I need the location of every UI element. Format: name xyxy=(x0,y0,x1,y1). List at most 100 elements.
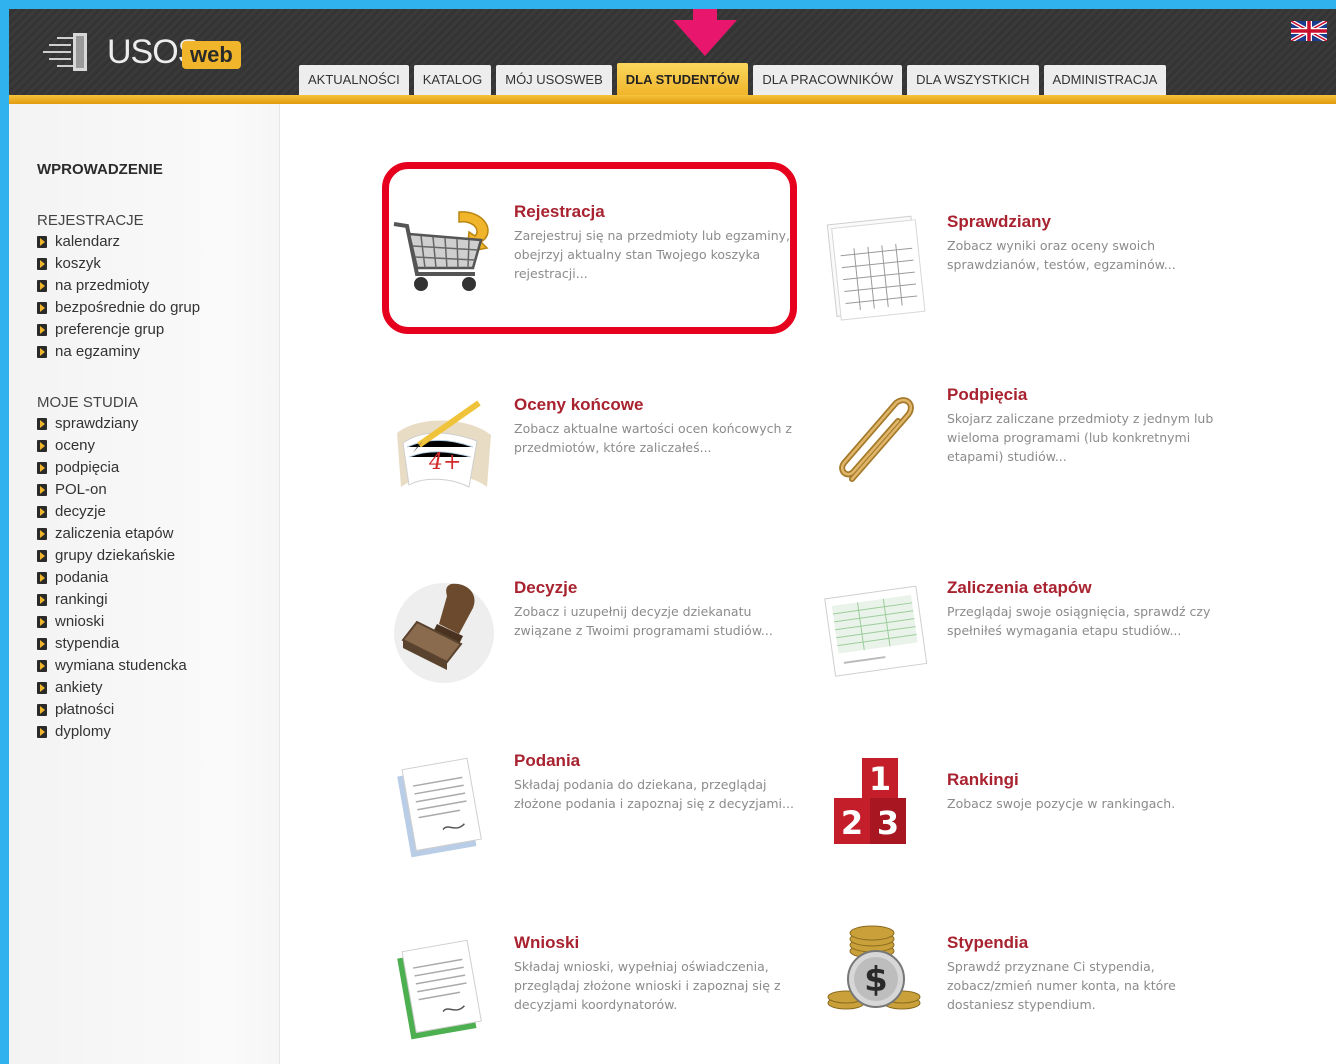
bullet-icon xyxy=(37,462,47,474)
bullet-icon xyxy=(37,660,47,672)
tile-title[interactable]: Stypendia xyxy=(947,933,1028,953)
bullet-icon xyxy=(37,346,47,358)
tile-title[interactable]: Wnioski xyxy=(514,933,579,953)
sidebar-item-stypendia[interactable]: stypendia xyxy=(37,633,187,655)
paperclip-icon xyxy=(839,397,914,482)
tile-stypendia[interactable]: $ Stypendia Sprawdź przyznane Ci stypend… xyxy=(822,925,1242,1064)
bullet-icon xyxy=(37,302,47,314)
sidebar-item-zaliczenia-etapow[interactable]: zaliczenia etapów xyxy=(37,523,187,545)
sidebar-item-pol-on[interactable]: POL-on xyxy=(37,479,187,501)
tile-decyzje[interactable]: Decyzje Zobacz i uzupełnij decyzje dziek… xyxy=(389,578,809,718)
document-green-icon xyxy=(397,939,482,1040)
sidebar-item-na-egzaminy[interactable]: na egzaminy xyxy=(37,341,200,363)
tile-title[interactable]: Podpięcia xyxy=(947,385,1027,405)
tab-moj-usosweb[interactable]: MÓJ USOSWEB xyxy=(496,65,612,95)
rank-digit-2: 2 xyxy=(841,804,863,842)
sidebar-item-podpiecia[interactable]: podpięcia xyxy=(37,457,187,479)
tile-sprawdziany[interactable]: Sprawdziany Zobacz wyniki oraz oceny swo… xyxy=(822,212,1242,352)
sidebar-title[interactable]: WPROWADZENIE xyxy=(37,161,163,178)
tile-wnioski[interactable]: Wnioski Składaj wnioski, wypełniaj oświa… xyxy=(389,933,809,1064)
tile-title[interactable]: Podania xyxy=(514,751,580,771)
tab-aktualnosci[interactable]: AKTUALNOŚCI xyxy=(299,65,409,95)
tile-podania[interactable]: Podania Składaj podania do dziekana, prz… xyxy=(389,751,809,891)
grade-book-icon: 4+ xyxy=(397,400,491,488)
bullet-icon xyxy=(37,616,47,628)
tile-description: Sprawdź przyznane Ci stypendia, zobacz/z… xyxy=(947,959,1176,1012)
tile-description: Zobacz aktualne wartości ocen końcowych … xyxy=(514,421,792,455)
sidebar-item-bezposrednie-do-grup[interactable]: bezpośrednie do grup xyxy=(37,297,200,319)
tile-description: Składaj wnioski, wypełniaj oświadczenia,… xyxy=(514,959,781,1012)
tile-rankingi[interactable]: 1 2 3 Rankingi Zobacz swoje pozycje w ra… xyxy=(822,758,1242,910)
tile-title[interactable]: Oceny końcowe xyxy=(514,395,643,415)
sidebar-item-koszyk[interactable]: koszyk xyxy=(37,253,200,275)
tab-administracja[interactable]: ADMINISTRACJA xyxy=(1043,65,1167,95)
header-accent-bar xyxy=(9,95,1336,104)
bullet-icon xyxy=(37,258,47,270)
main-tabs: AKTUALNOŚCI KATALOG MÓJ USOSWEB DLA STUD… xyxy=(299,63,1167,95)
bullet-icon xyxy=(37,418,47,430)
tile-title[interactable]: Sprawdziany xyxy=(947,212,1051,232)
bullet-icon xyxy=(37,638,47,650)
sidebar-item-decyzje[interactable]: decyzje xyxy=(37,501,187,523)
bullet-icon xyxy=(37,682,47,694)
bullet-icon xyxy=(37,704,47,716)
sidebar-section-moje-studia: MOJE STUDIA sprawdziany oceny podpięcia … xyxy=(37,394,187,743)
grade-text: 4+ xyxy=(428,450,461,475)
bullet-icon xyxy=(37,484,47,496)
sidebar-item-kalendarz[interactable]: kalendarz xyxy=(37,231,200,253)
sidebar-section-heading[interactable]: MOJE STUDIA xyxy=(37,394,187,411)
logo-badge: web xyxy=(182,41,241,69)
tab-dla-pracownikow[interactable]: DLA PRACOWNIKÓW xyxy=(753,65,903,95)
tile-description: Zobacz wyniki oraz oceny swoich sprawdzi… xyxy=(947,238,1176,272)
tile-podpiecia[interactable]: Podpięcia Skojarz zaliczane przedmioty z… xyxy=(822,385,1242,525)
bullet-icon xyxy=(37,572,47,584)
sidebar-item-ankiety[interactable]: ankiety xyxy=(37,677,187,699)
sidebar-item-sprawdziany[interactable]: sprawdziany xyxy=(37,413,187,435)
podium-icon: 1 2 3 xyxy=(834,758,906,844)
sidebar-section-heading[interactable]: REJESTRACJE xyxy=(37,212,200,229)
rank-digit-1: 1 xyxy=(869,760,891,798)
bullet-icon xyxy=(37,236,47,248)
tile-title[interactable]: Zaliczenia etapów xyxy=(947,578,1092,598)
tile-title[interactable]: Decyzje xyxy=(514,578,577,598)
bullet-icon xyxy=(37,440,47,452)
uk-flag-icon[interactable] xyxy=(1291,21,1327,41)
coins-dollar-icon: $ xyxy=(827,925,921,1010)
tile-zaliczenia-etapow[interactable]: Zaliczenia etapów Przeglądaj swoje osiąg… xyxy=(822,578,1242,718)
sidebar-item-preferencje-grup[interactable]: preferencje grup xyxy=(37,319,200,341)
tile-description: Składaj podania do dziekana, przeglądaj … xyxy=(514,777,794,811)
tile-description: Zobacz swoje pozycje w rankingach. xyxy=(947,796,1176,811)
tile-title[interactable]: Rankingi xyxy=(947,770,1019,790)
tile-description: Przeglądaj swoje osiągnięcia, sprawdź cz… xyxy=(947,604,1211,638)
sidebar-item-wnioski[interactable]: wnioski xyxy=(37,611,187,633)
tab-dla-wszystkich[interactable]: DLA WSZYSTKICH xyxy=(907,65,1039,95)
bullet-icon xyxy=(37,528,47,540)
usosweb-logo[interactable]: USOS web xyxy=(35,27,275,77)
sidebar-item-platnosci[interactable]: płatności xyxy=(37,699,187,721)
bullet-icon xyxy=(37,506,47,518)
stamp-icon xyxy=(394,583,494,683)
sidebar-item-grupy-dziekanskie[interactable]: grupy dziekańskie xyxy=(37,545,187,567)
sidebar-item-podania[interactable]: podania xyxy=(37,567,187,589)
logo-lines-icon xyxy=(43,33,87,71)
tile-description: Zobacz i uzupełnij decyzje dziekanatu zw… xyxy=(514,604,773,638)
bullet-icon xyxy=(37,594,47,606)
test-sheet-icon xyxy=(826,215,926,321)
tile-oceny-koncowe[interactable]: 4+ Oceny końcowe Zobacz aktualne wartośc… xyxy=(389,395,809,535)
sidebar-section-rejestracje: REJESTRACJE kalendarz koszyk na przedmio… xyxy=(37,212,200,363)
rank-digit-3: 3 xyxy=(877,804,899,842)
tile-description: Skojarz zaliczane przedmioty z jednym lu… xyxy=(947,411,1214,464)
pointer-arrow-icon xyxy=(673,9,737,56)
tab-dla-studentow[interactable]: DLA STUDENTÓW xyxy=(616,63,749,95)
dollar-symbol: $ xyxy=(864,960,888,1000)
sidebar-item-wymiana-studencka[interactable]: wymiana studencka xyxy=(37,655,187,677)
sidebar-item-dyplomy[interactable]: dyplomy xyxy=(37,721,187,743)
bullet-icon xyxy=(37,324,47,336)
sidebar-item-oceny[interactable]: oceny xyxy=(37,435,187,457)
sidebar-item-rankingi[interactable]: rankingi xyxy=(37,589,187,611)
bullet-icon xyxy=(37,550,47,562)
tab-katalog[interactable]: KATALOG xyxy=(413,65,492,95)
sidebar-item-na-przedmioty[interactable]: na przedmioty xyxy=(37,275,200,297)
bullet-icon xyxy=(37,280,47,292)
sidebar: WPROWADZENIE REJESTRACJE kalendarz koszy… xyxy=(9,104,280,1064)
